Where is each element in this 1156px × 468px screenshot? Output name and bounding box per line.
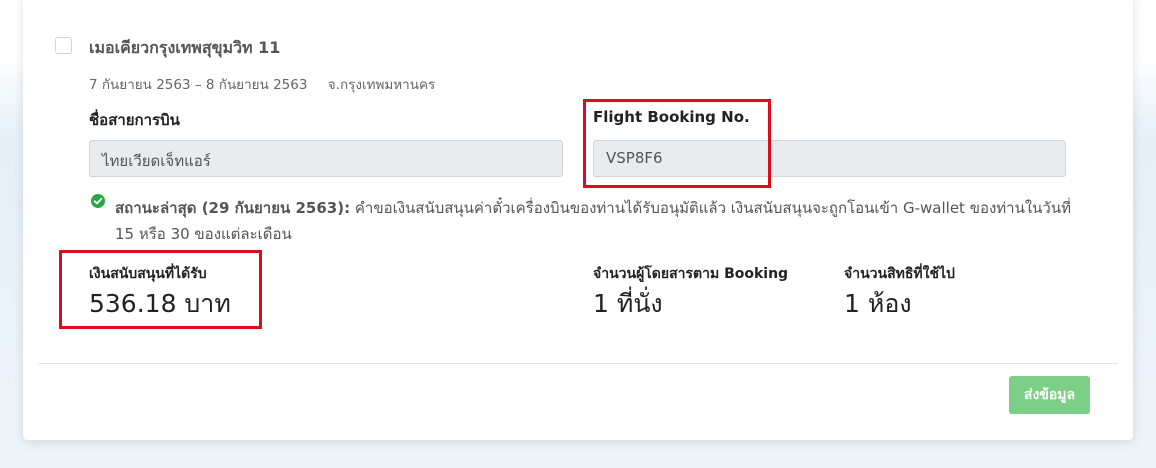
divider — [38, 363, 1118, 364]
stay-dates: 7 กันยายน 2563 – 8 กันยายน 2563 — [89, 77, 308, 93]
select-checkbox[interactable] — [55, 37, 72, 54]
passengers-value: 1 ที่นั่ง — [593, 289, 663, 318]
submit-button[interactable]: ส่งข้อมูล — [1009, 376, 1090, 414]
check-circle-icon — [91, 194, 105, 208]
status-label: สถานะล่าสุด (29 กันยายน 2563): — [115, 199, 351, 217]
rights-used-value: 1 ห้อง — [844, 289, 912, 318]
stay-meta: 7 กันยายน 2563 – 8 กันยายน 2563 จ.กรุงเท… — [89, 73, 435, 95]
hotel-name: เมอเคียวกรุงเทพสุขุมวิท 11 — [89, 38, 281, 57]
highlight-box-subsidy — [59, 250, 262, 329]
airline-label: ชื่อสายการบิน — [89, 111, 180, 129]
status-message: สถานะล่าสุด (29 กันยายน 2563): คำขอเงินส… — [115, 195, 1075, 247]
highlight-box-flight-booking — [583, 99, 771, 188]
stay-location: จ.กรุงเทพมหานคร — [327, 77, 436, 93]
rights-used-label: จำนวนสิทธิที่ใช้ไป — [844, 266, 955, 282]
passengers-label: จำนวนผู้โดยสารตาม Booking — [593, 266, 789, 282]
airline-field: ไทยเวียดเจ็ทแอร์ — [89, 140, 563, 177]
